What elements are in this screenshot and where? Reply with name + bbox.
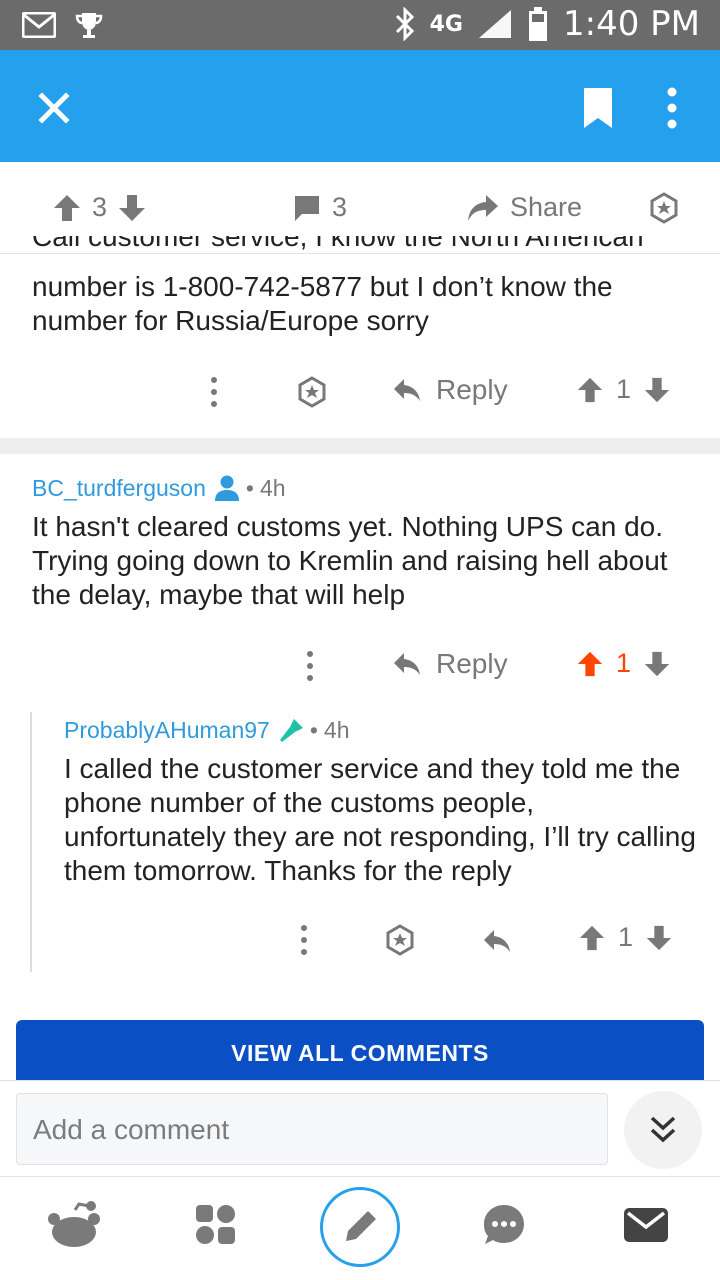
collapse-button[interactable] — [624, 1091, 702, 1169]
downvote-icon[interactable] — [643, 650, 671, 678]
reply-arrow-icon[interactable] — [482, 928, 512, 954]
comment-2-score: 1 — [616, 648, 632, 678]
close-button[interactable] — [28, 82, 80, 134]
downvote-icon[interactable] — [645, 924, 673, 952]
communities-icon — [196, 1205, 235, 1244]
post-score: 3 — [92, 192, 108, 222]
award-icon[interactable] — [384, 924, 416, 956]
more-options-button[interactable] — [652, 84, 692, 132]
bluetooth-icon — [395, 7, 414, 41]
comment-composer: Add a comment — [0, 1080, 720, 1176]
comment-3-meta: ProbablyAHuman97 • 4h — [64, 716, 350, 744]
more-vertical-icon — [667, 87, 677, 129]
close-icon — [38, 92, 70, 124]
comment-3-age: 4h — [323, 716, 350, 743]
reply-button[interactable]: Reply — [392, 648, 508, 680]
comment-2-author[interactable]: BC_turdferguson — [32, 475, 206, 502]
upvote-icon[interactable] — [578, 924, 606, 952]
comment-divider — [0, 438, 720, 454]
comment-2-age: 4h — [259, 474, 286, 501]
comment-1-vote-group: 1 — [576, 374, 671, 405]
comment-1-toolbar: Reply 1 — [196, 372, 696, 412]
dot-separator: • — [309, 716, 318, 743]
status-bar: 4G 1:40 PM — [0, 0, 720, 50]
comment-1-body: number is 1-800-742-5877 but I don’t kno… — [32, 271, 613, 336]
chevron-double-down-icon — [650, 1116, 676, 1143]
more-options-icon[interactable] — [292, 648, 328, 684]
create-post-button[interactable] — [320, 1187, 400, 1267]
comment-3-body: I called the customer service and they t… — [64, 753, 696, 886]
upvote-icon[interactable] — [576, 376, 604, 404]
dot-separator: • — [245, 474, 254, 501]
bookmark-button[interactable] — [580, 84, 616, 130]
inbox-icon — [624, 1208, 668, 1242]
signal-icon — [479, 10, 511, 38]
comment-1-score: 1 — [616, 374, 632, 404]
comment-2-vote-group: 1 — [576, 648, 671, 679]
gmail-icon — [22, 12, 56, 38]
reply-arrow-icon — [394, 379, 420, 401]
comments-count-button[interactable]: 3 — [292, 192, 347, 223]
nav-home[interactable] — [44, 1195, 104, 1255]
comment-1-clipped-line: Call customer service, I know the North … — [32, 236, 712, 262]
share-arrow-icon — [468, 194, 498, 221]
upvote-icon[interactable] — [52, 193, 82, 223]
comment-2-toolbar: Reply 1 — [292, 646, 692, 686]
trophy-icon — [75, 13, 103, 38]
user-icon — [214, 475, 239, 501]
battery-icon — [529, 7, 547, 41]
view-all-comments-button[interactable]: VIEW ALL COMMENTS — [16, 1020, 704, 1080]
network-type: 4G — [429, 11, 463, 37]
comment-3-score: 1 — [618, 922, 634, 952]
chat-icon — [484, 1205, 524, 1244]
reply-button[interactable]: Reply — [392, 374, 508, 406]
more-options-icon[interactable] — [286, 922, 322, 958]
comment-1-clipped-text: Call customer service, I know the North … — [32, 236, 644, 252]
nav-inbox[interactable] — [616, 1195, 676, 1255]
compose-pencil-icon — [346, 1211, 376, 1241]
bottom-navigation — [0, 1176, 720, 1280]
more-options-icon[interactable] — [196, 374, 232, 410]
comments-count: 3 — [332, 192, 348, 222]
award-icon[interactable] — [296, 376, 328, 408]
comment-3-toolbar: 1 — [286, 920, 696, 960]
microphone-icon — [279, 719, 303, 742]
app-bar — [0, 50, 720, 162]
reply-label: Reply — [436, 648, 508, 679]
comment-bubble-icon — [295, 195, 319, 221]
comment-3-vote-group: 1 — [578, 922, 673, 953]
comment-2-meta: BC_turdferguson • 4h — [32, 474, 286, 502]
post-vote-group: 3 — [52, 192, 147, 223]
comment-3-author[interactable]: ProbablyAHuman97 — [64, 717, 270, 744]
downvote-icon[interactable] — [643, 376, 671, 404]
add-comment-input[interactable]: Add a comment — [16, 1093, 608, 1165]
clock: 1:40 PM — [563, 4, 700, 44]
thread-indent-line — [30, 712, 32, 972]
upvote-active-icon[interactable] — [576, 650, 604, 678]
nav-chat[interactable] — [474, 1195, 534, 1255]
reddit-home-icon — [48, 1201, 100, 1247]
award-icon — [650, 192, 678, 224]
reply-label: Reply — [436, 374, 508, 405]
share-button[interactable]: Share — [466, 192, 582, 223]
award-button[interactable] — [648, 192, 680, 224]
downvote-icon[interactable] — [117, 193, 147, 223]
share-label: Share — [510, 192, 583, 222]
nav-communities[interactable] — [186, 1195, 246, 1255]
comment-2-body: It hasn't cleared customs yet. Nothing U… — [32, 511, 668, 610]
bookmark-icon — [584, 88, 612, 128]
reply-arrow-icon — [394, 653, 420, 675]
